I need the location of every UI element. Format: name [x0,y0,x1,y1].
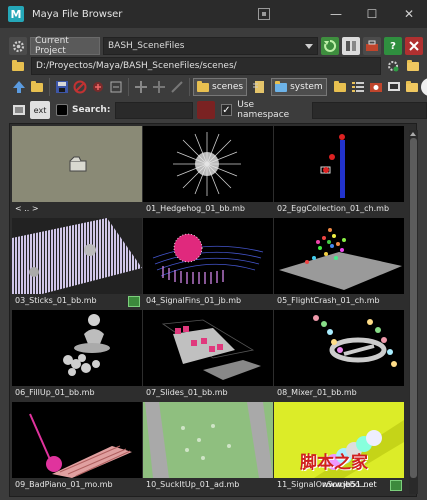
grid-tile[interactable]: 04_SignalFins_01_jb.mb [143,218,273,308]
toolbar-separator [189,78,190,96]
toolbar-separator [49,78,50,96]
thumbnail [274,310,404,386]
move-icon[interactable] [132,78,150,96]
folder-icon[interactable] [9,57,27,75]
add-tag-icon[interactable] [250,78,268,96]
thumbnail [274,126,404,202]
import-icon[interactable] [89,78,107,96]
clear-search-icon[interactable] [196,101,215,119]
navigation-toolbar: scenes system i [0,77,427,97]
grid-tile[interactable]: 02_EggCollection_01_ch.mb [274,126,404,216]
file-name: 10_SuckItUp_01_ad.mb [146,480,240,489]
grid-tile[interactable]: 10_SuckItUp_01_ad.mb [143,402,273,492]
project-combo[interactable]: BASH_SceneFiles [103,37,318,55]
toolbar-separator [128,78,129,96]
watermark-url: www.jb51.net [322,480,377,489]
file-name: 04_SignalFins_01_jb.mb [146,296,242,305]
chevron-down-icon [305,44,313,49]
info-icon[interactable]: i [420,78,427,96]
namespace-input[interactable] [312,101,427,119]
move-icon-alt[interactable] [150,78,168,96]
grid-tile[interactable]: 09_BadPiano_01_mo.mb [12,402,142,492]
filter-list-icon[interactable] [10,101,28,119]
search-input[interactable] [115,101,193,119]
path-settings-icon[interactable] [384,57,402,75]
project-row: Current Project BASH_SceneFiles ? [0,36,427,56]
system-tag-button[interactable]: system [271,78,327,96]
folder-open-icon[interactable] [403,78,421,96]
refresh-icon[interactable] [321,37,339,55]
folder-icon [275,80,288,92]
scroll-up-arrow-icon[interactable] [410,130,417,137]
thumbnail [12,310,142,386]
file-name: 07_Slides_01_bb.mb [146,388,228,397]
grid-tile[interactable]: < .. > [12,126,142,216]
link-icon[interactable] [168,78,186,96]
thumbnail [143,310,273,386]
namespace-label: Use namespace [237,100,290,120]
list-view-icon[interactable] [349,78,367,96]
file-grid: < .. > 01_Hedgehog_01_bb.mb 02_EggCollec… [9,123,417,497]
bookmark-folder-icon[interactable] [331,78,349,96]
version-badge [128,296,140,307]
minimize-button[interactable]: — [318,0,354,28]
maya-logo-icon: M [8,6,24,22]
system-tag-label: system [290,82,323,92]
file-name: < .. > [15,204,39,213]
ext-filter-button[interactable]: ext [30,101,50,119]
grid-tile[interactable]: 08_Mixer_01_bb.mb [274,310,404,400]
vertical-scrollbar[interactable] [409,130,418,494]
window-title: Maya File Browser [32,8,123,20]
grid-tile[interactable]: 06_FillUp_01_bb.mb [12,310,142,400]
up-arrow-icon[interactable] [10,78,28,96]
grid-tile[interactable]: 07_Slides_01_bb.mb [143,310,273,400]
screen-icon[interactable] [385,78,403,96]
title-bar: M Maya File Browser — ☐ ✕ [0,0,427,28]
grid-tile[interactable]: 03_Sticks_01_bb.mb [12,218,142,308]
open-folder-icon[interactable] [404,57,422,75]
gear-icon[interactable] [9,37,27,55]
current-project-label: Current Project [30,36,100,56]
search-label: Search: [72,105,111,115]
help-icon[interactable]: ? [384,37,402,55]
thumbnail [143,126,273,202]
reference-icon[interactable] [107,78,125,96]
path-input[interactable]: D:/Proyectos/Maya/BASH_SceneFiles/scenes… [31,57,381,75]
panel-layout-icon[interactable] [342,37,360,55]
namespace-checkbox[interactable]: ✓ [220,104,233,116]
thumbnail [143,218,273,294]
thumbnail [12,126,142,202]
filter-row: ext Search: ✓ Use namespace [0,100,427,120]
toolbox-icon[interactable] [363,37,381,55]
thumbnail [12,402,142,478]
delete-icon[interactable] [71,78,89,96]
file-name: 09_BadPiano_01_mo.mb [15,480,113,489]
scenes-tag-button[interactable]: scenes [193,78,248,96]
maximize-button[interactable]: ☐ [354,0,390,28]
file-name: 01_Hedgehog_01_bb.mb [146,204,245,213]
file-name: 02_EggCollection_01_ch.mb [277,204,390,213]
close-red-icon[interactable] [405,37,423,55]
thumbnail [274,218,404,294]
scroll-thumb[interactable] [410,138,417,478]
file-name: 05_FlightCrash_01_ch.mb [277,296,380,305]
close-button[interactable]: ✕ [391,0,427,28]
thumbnail [143,402,273,478]
path-row: D:/Proyectos/Maya/BASH_SceneFiles/scenes… [0,57,427,75]
pin-window-icon[interactable] [258,8,270,20]
color-swatch[interactable] [56,104,68,116]
file-name: 08_Mixer_01_bb.mb [277,388,357,397]
folder-icon [197,80,209,92]
scenes-tag-label: scenes [212,82,244,92]
file-name: 03_Sticks_01_bb.mb [15,296,97,305]
capture-icon[interactable] [367,78,385,96]
thumbnail [12,218,142,294]
grid-tile[interactable]: 01_Hedgehog_01_bb.mb [143,126,273,216]
project-name: BASH_SceneFiles [108,41,185,51]
file-name: 06_FillUp_01_bb.mb [15,388,95,397]
new-folder-icon[interactable] [28,78,46,96]
save-disk-icon[interactable] [53,78,71,96]
grid-tile[interactable]: 05_FlightCrash_01_ch.mb [274,218,404,308]
